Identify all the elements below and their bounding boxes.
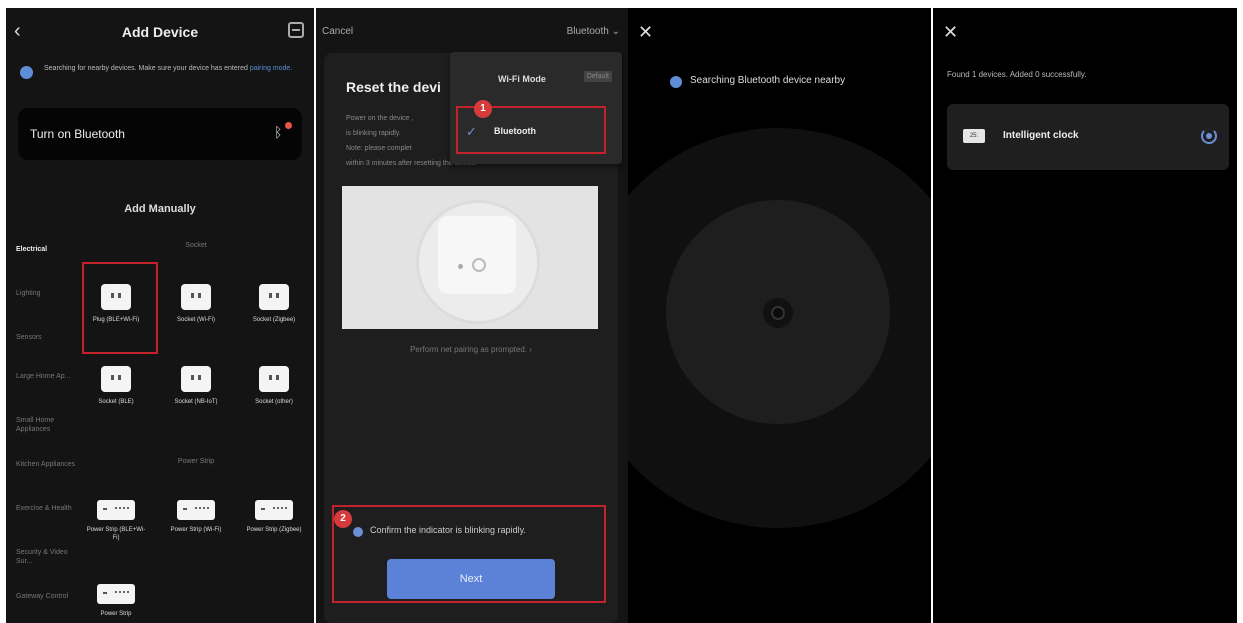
found-devices-status: Found 1 devices. Added 0 successfully. — [947, 70, 1087, 79]
power-strip-icon — [97, 500, 135, 520]
add-manually-title: Add Manually — [124, 203, 196, 215]
power-strip-icon — [177, 500, 215, 520]
device-socket-nbiot[interactable]: Socket (NB-IoT) — [166, 366, 226, 406]
bluetooth-card-label: Turn on Bluetooth — [30, 127, 125, 141]
found-devices-screen: ✕ Found 1 devices. Added 0 successfully.… — [933, 8, 1237, 623]
category-sensors[interactable]: Sensors — [16, 333, 78, 342]
device-socket-wifi[interactable]: Socket (Wi-Fi) — [166, 284, 226, 324]
device-label: Socket (BLE) — [98, 399, 134, 405]
page-title: Add Device — [121, 24, 199, 40]
device-power-strip-zigbee[interactable]: Power Strip (Zigbee) — [244, 500, 304, 534]
highlight-box-plug — [82, 262, 158, 354]
socket-icon — [259, 284, 289, 310]
device-power-strip-ble-wifi[interactable]: Power Strip (BLE+Wi-Fi) — [86, 500, 146, 542]
device-socket-ble[interactable]: Socket (BLE) — [86, 366, 146, 406]
socket-icon — [101, 366, 131, 392]
device-name: Intelligent clock — [1003, 130, 1079, 141]
pairing-hint-link[interactable]: Perform net pairing as prompted. › — [324, 345, 618, 354]
mode-selector[interactable]: Bluetooth ⌄ — [567, 26, 620, 37]
reset-device-screen: Cancel Bluetooth ⌄ Reset the devi Power … — [316, 8, 628, 623]
device-socket-zigbee[interactable]: Socket (Zigbee) — [244, 284, 304, 324]
device-label: Socket (Zigbee) — [252, 317, 296, 323]
bluetooth-search-screen: ✕ Searching Bluetooth device nearby — [628, 8, 931, 623]
notice-text: Searching for nearby devices. Make sure … — [44, 65, 250, 72]
group-socket-label: Socket — [185, 242, 207, 249]
scan-icon[interactable] — [288, 22, 304, 38]
power-strip-icon — [97, 584, 135, 604]
category-kitchen-appliances[interactable]: Kitchen Appliances — [16, 460, 78, 469]
group-power-strip-label: Power Strip — [177, 458, 215, 465]
category-security-video[interactable]: Security & Video Sur... — [16, 548, 78, 566]
power-strip-icon — [255, 500, 293, 520]
close-icon[interactable]: ✕ — [638, 22, 653, 43]
device-label: Socket (other) — [255, 399, 293, 405]
category-lighting[interactable]: Lighting — [16, 289, 78, 298]
plug-illustration-icon — [438, 216, 516, 294]
search-status-icon — [20, 66, 33, 79]
search-status: Searching Bluetooth device nearby — [690, 75, 846, 86]
step-badge-1: 1 — [474, 100, 492, 118]
socket-icon — [181, 284, 211, 310]
pairing-mode-link[interactable]: pairing mode. — [250, 65, 292, 72]
device-label: Socket (Wi-Fi) — [177, 317, 215, 323]
device-power-strip-wifi[interactable]: Power Strip (Wi-Fi) — [166, 500, 226, 534]
step-badge-2: 2 — [334, 510, 352, 528]
device-label: Power Strip — [100, 611, 132, 617]
search-notice: Searching for nearby devices. Make sure … — [18, 64, 308, 79]
header: ‹ Add Device — [6, 20, 314, 46]
dropdown-title: Wi-Fi Mode — [498, 74, 546, 84]
reset-illustration — [342, 186, 598, 329]
device-label: Power Strip (Zigbee) — [246, 527, 302, 533]
turn-on-bluetooth-card[interactable]: Turn on Bluetooth ᛒ — [18, 108, 302, 160]
device-label: Power Strip (Wi-Fi) — [170, 527, 222, 533]
add-device-screen: ‹ Add Device Searching for nearby device… — [6, 8, 314, 623]
reset-heading: Reset the devi — [346, 79, 441, 95]
device-power-strip[interactable]: Power Strip — [86, 584, 146, 618]
socket-icon — [181, 366, 211, 392]
clock-thumbnail-icon: 25: — [963, 129, 985, 143]
radar-center-icon — [771, 306, 785, 320]
category-gateway-control[interactable]: Gateway Control — [16, 592, 78, 601]
category-electrical[interactable]: Electrical — [16, 245, 78, 254]
reset-button-icon — [472, 258, 486, 272]
device-socket-other[interactable]: Socket (other) — [244, 366, 304, 406]
loading-spinner-icon — [1201, 128, 1217, 144]
close-icon[interactable]: ✕ — [943, 22, 958, 43]
category-large-home-appliances[interactable]: Large Home Ap... — [16, 372, 78, 381]
socket-icon — [259, 366, 289, 392]
bluetooth-icon — [670, 76, 682, 88]
category-exercise-health[interactable]: Exercise & Health — [16, 504, 78, 513]
indicator-light-icon — [458, 264, 463, 269]
highlight-box-confirm — [332, 505, 606, 603]
default-tag: Default — [583, 71, 612, 82]
device-list-item[interactable]: 25: Intelligent clock — [947, 104, 1229, 170]
cancel-button[interactable]: Cancel — [322, 26, 353, 37]
device-label: Power Strip (BLE+Wi-Fi) — [86, 527, 146, 541]
alert-dot-icon — [285, 122, 292, 129]
device-label: Socket (NB-IoT) — [174, 399, 218, 405]
category-small-home-appliances[interactable]: Small Home Appliances — [16, 416, 78, 434]
